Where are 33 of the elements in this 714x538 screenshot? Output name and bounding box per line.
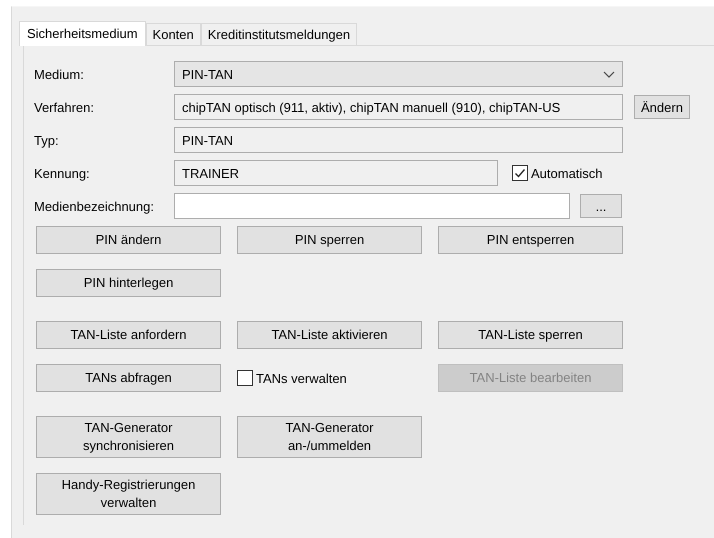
action-button[interactable]: TAN-Liste anfordern xyxy=(36,321,221,349)
input-field[interactable]: chipTAN optisch (911, aktiv), chipTAN manuell (910), chipTAN-US xyxy=(174,94,623,120)
action-button[interactable]: TAN-Generator synchronisieren xyxy=(36,416,221,458)
action-button[interactable]: PIN entsperren xyxy=(438,226,623,254)
checkbox-box[interactable] xyxy=(237,370,253,386)
dropdown-field[interactable]: PIN-TAN xyxy=(174,61,623,87)
action-button[interactable]: TAN-Liste sperren xyxy=(438,321,623,349)
input-field[interactable] xyxy=(174,193,570,219)
checkbox-label: TANs verwalten xyxy=(256,370,347,386)
checkbox[interactable]: TANs verwalten xyxy=(237,370,422,386)
field-label: Kennung: xyxy=(34,166,91,180)
action-button[interactable]: PIN ändern xyxy=(36,226,221,254)
field-label: Typ: xyxy=(34,132,60,148)
tab[interactable]: Kreditinstitutsmeldungen xyxy=(200,23,358,45)
field-label: Medium: xyxy=(34,66,85,82)
checkbox[interactable]: Automatisch xyxy=(512,165,603,181)
input-field[interactable]: TRAINER xyxy=(174,160,498,186)
action-button[interactable]: TANs abfragen xyxy=(36,364,221,392)
action-button[interactable]: PIN sperren xyxy=(237,226,422,254)
field-button[interactable]: Ändern xyxy=(634,95,690,119)
action-button[interactable]: PIN hinterlegen xyxy=(36,269,221,297)
tab[interactable]: Konten xyxy=(146,23,201,45)
chevron-down-icon xyxy=(603,70,615,78)
action-button[interactable]: TAN-Generator an-/ummelden xyxy=(237,416,422,458)
checkbox-label: Automatisch xyxy=(531,166,603,180)
input-field[interactable]: PIN-TAN xyxy=(174,127,623,153)
field-button[interactable]: ... xyxy=(580,194,622,218)
action-button[interactable]: TAN-Liste aktivieren xyxy=(237,321,422,349)
action-button[interactable]: Handy-Registrierungen verwalten xyxy=(36,473,221,515)
field-label: Verfahren: xyxy=(34,100,95,114)
checkbox-box[interactable] xyxy=(512,165,528,181)
field-label: Medienbezeichnung: xyxy=(34,198,155,214)
tab[interactable]: Sicherheitsmedium xyxy=(19,21,146,46)
